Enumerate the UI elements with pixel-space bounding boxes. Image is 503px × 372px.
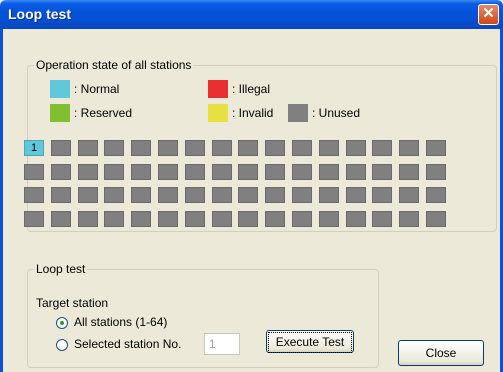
station-cell-unused <box>319 211 339 227</box>
station-cell-unused <box>319 164 339 180</box>
legend-unused-label: : Unused <box>312 106 361 120</box>
station-cell-unused <box>399 140 419 156</box>
station-cell-unused <box>51 187 71 203</box>
loop-test-title: Loop test <box>36 262 86 276</box>
unused-swatch <box>288 104 308 122</box>
station-cell-unused <box>292 211 312 227</box>
station-cell-unused <box>346 164 366 180</box>
station-cell-unused <box>24 187 44 203</box>
station-cell-unused <box>212 187 232 203</box>
station-cell-unused <box>212 140 232 156</box>
station-cell-unused <box>185 164 205 180</box>
operation-state-title: Operation state of all stations <box>36 58 192 72</box>
station-cell-unused <box>372 140 392 156</box>
close-button[interactable]: Close <box>398 340 484 366</box>
all-stations-label[interactable]: All stations (1-64) <box>74 315 167 329</box>
station-cell-unused <box>426 164 446 180</box>
station-cell-unused <box>292 187 312 203</box>
selected-station-radio[interactable] <box>56 339 68 351</box>
station-cell-unused <box>78 187 98 203</box>
station-cell-unused <box>426 211 446 227</box>
title-bar: Loop test ✕ <box>0 0 503 29</box>
station-cell-unused <box>131 187 151 203</box>
station-cell-unused <box>372 187 392 203</box>
legend-invalid-label: : Invalid <box>232 106 274 120</box>
station-cell-unused <box>51 164 71 180</box>
station-number-field[interactable] <box>204 333 240 355</box>
station-cell-normal: 1 <box>24 140 44 156</box>
station-cell-unused <box>238 211 258 227</box>
station-cell-unused <box>158 164 178 180</box>
execute-test-label: Execute Test <box>268 332 352 353</box>
station-cell-unused <box>346 140 366 156</box>
station-cell-unused <box>78 164 98 180</box>
station-cell-unused <box>158 211 178 227</box>
selected-station-label[interactable]: Selected station No. <box>74 337 181 351</box>
station-cell-unused <box>346 187 366 203</box>
station-cell-unused <box>158 187 178 203</box>
station-cell-unused <box>104 164 124 180</box>
station-cell-unused <box>185 187 205 203</box>
legend-unused: : Unused <box>288 104 360 122</box>
station-cell-unused <box>372 211 392 227</box>
station-cell-unused <box>131 140 151 156</box>
station-cell-unused <box>238 140 258 156</box>
illegal-swatch <box>208 80 228 98</box>
legend-illegal-label: : Illegal <box>232 82 271 96</box>
station-cell-unused <box>78 211 98 227</box>
station-cell-unused <box>265 164 285 180</box>
station-cell-unused <box>399 164 419 180</box>
station-cell-unused <box>78 140 98 156</box>
station-cell-unused <box>104 211 124 227</box>
legend-normal: : Normal <box>50 80 119 98</box>
reserved-swatch <box>50 104 70 122</box>
station-cell-unused <box>399 211 419 227</box>
legend-reserved: : Reserved <box>50 104 132 122</box>
station-cell-unused <box>212 164 232 180</box>
station-cell-unused <box>399 187 419 203</box>
station-cell-unused <box>265 211 285 227</box>
station-cell-unused <box>426 140 446 156</box>
legend-invalid: : Invalid <box>208 104 273 122</box>
station-cell-unused <box>51 140 71 156</box>
invalid-swatch <box>208 104 228 122</box>
station-cell-unused <box>131 211 151 227</box>
station-cell-unused <box>346 211 366 227</box>
station-cell-unused <box>185 211 205 227</box>
station-cell-unused <box>319 140 339 156</box>
window-title: Loop test <box>8 6 71 22</box>
station-cell-unused <box>265 140 285 156</box>
station-cell-unused <box>104 140 124 156</box>
all-stations-radio[interactable] <box>56 317 68 329</box>
station-cell-unused <box>104 187 124 203</box>
station-cell-unused <box>292 164 312 180</box>
target-station-label: Target station <box>36 296 109 310</box>
station-cell-unused <box>372 164 392 180</box>
station-cell-unused <box>292 140 312 156</box>
execute-test-button[interactable]: Execute Test <box>266 330 354 353</box>
station-cell-unused <box>51 211 71 227</box>
close-icon[interactable]: ✕ <box>478 4 499 25</box>
station-cell-unused <box>319 187 339 203</box>
legend-normal-label: : Normal <box>74 82 120 96</box>
normal-swatch <box>50 80 70 98</box>
station-cell-unused <box>426 187 446 203</box>
window-frame-left <box>0 29 3 372</box>
station-cell-unused <box>238 187 258 203</box>
station-cell-unused <box>158 140 178 156</box>
station-cell-unused <box>185 140 205 156</box>
legend-illegal: : Illegal <box>208 80 270 98</box>
station-cell-unused <box>131 164 151 180</box>
legend-reserved-label: : Reserved <box>74 106 133 120</box>
station-cell-unused <box>24 211 44 227</box>
station-cell-unused <box>212 211 232 227</box>
station-cell-unused <box>238 164 258 180</box>
station-cell-unused <box>24 164 44 180</box>
station-cell-unused <box>265 187 285 203</box>
